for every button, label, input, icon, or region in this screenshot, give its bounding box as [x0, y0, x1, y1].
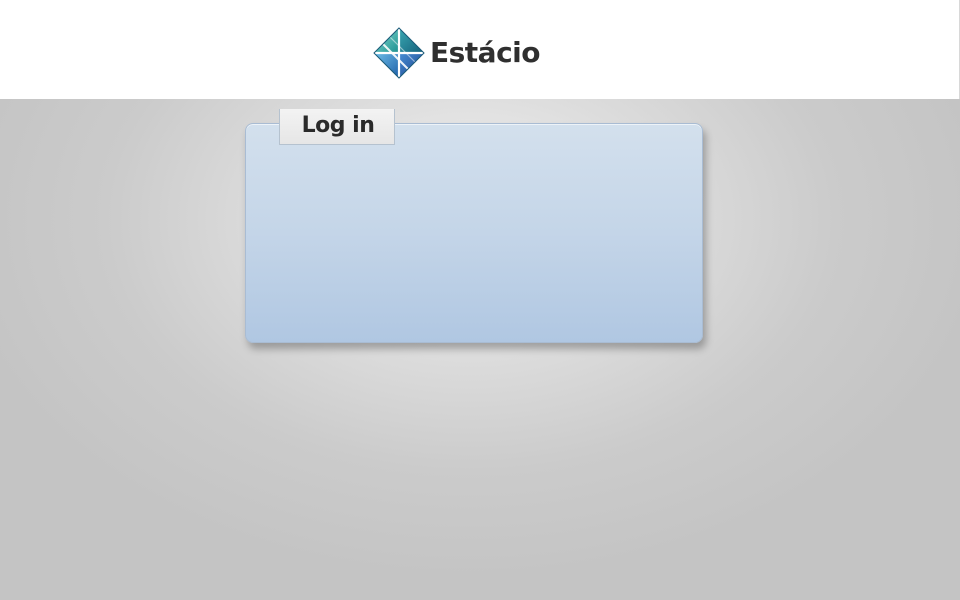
- login-panel: [245, 123, 703, 343]
- brand[interactable]: Estácio: [373, 27, 541, 79]
- header-bar: Estácio: [0, 0, 960, 99]
- brand-name: Estácio: [430, 36, 541, 69]
- login-tab-label: Log in: [301, 113, 375, 138]
- estacio-diamond-logo-icon: [373, 27, 425, 79]
- login-tab[interactable]: Log in: [279, 109, 395, 145]
